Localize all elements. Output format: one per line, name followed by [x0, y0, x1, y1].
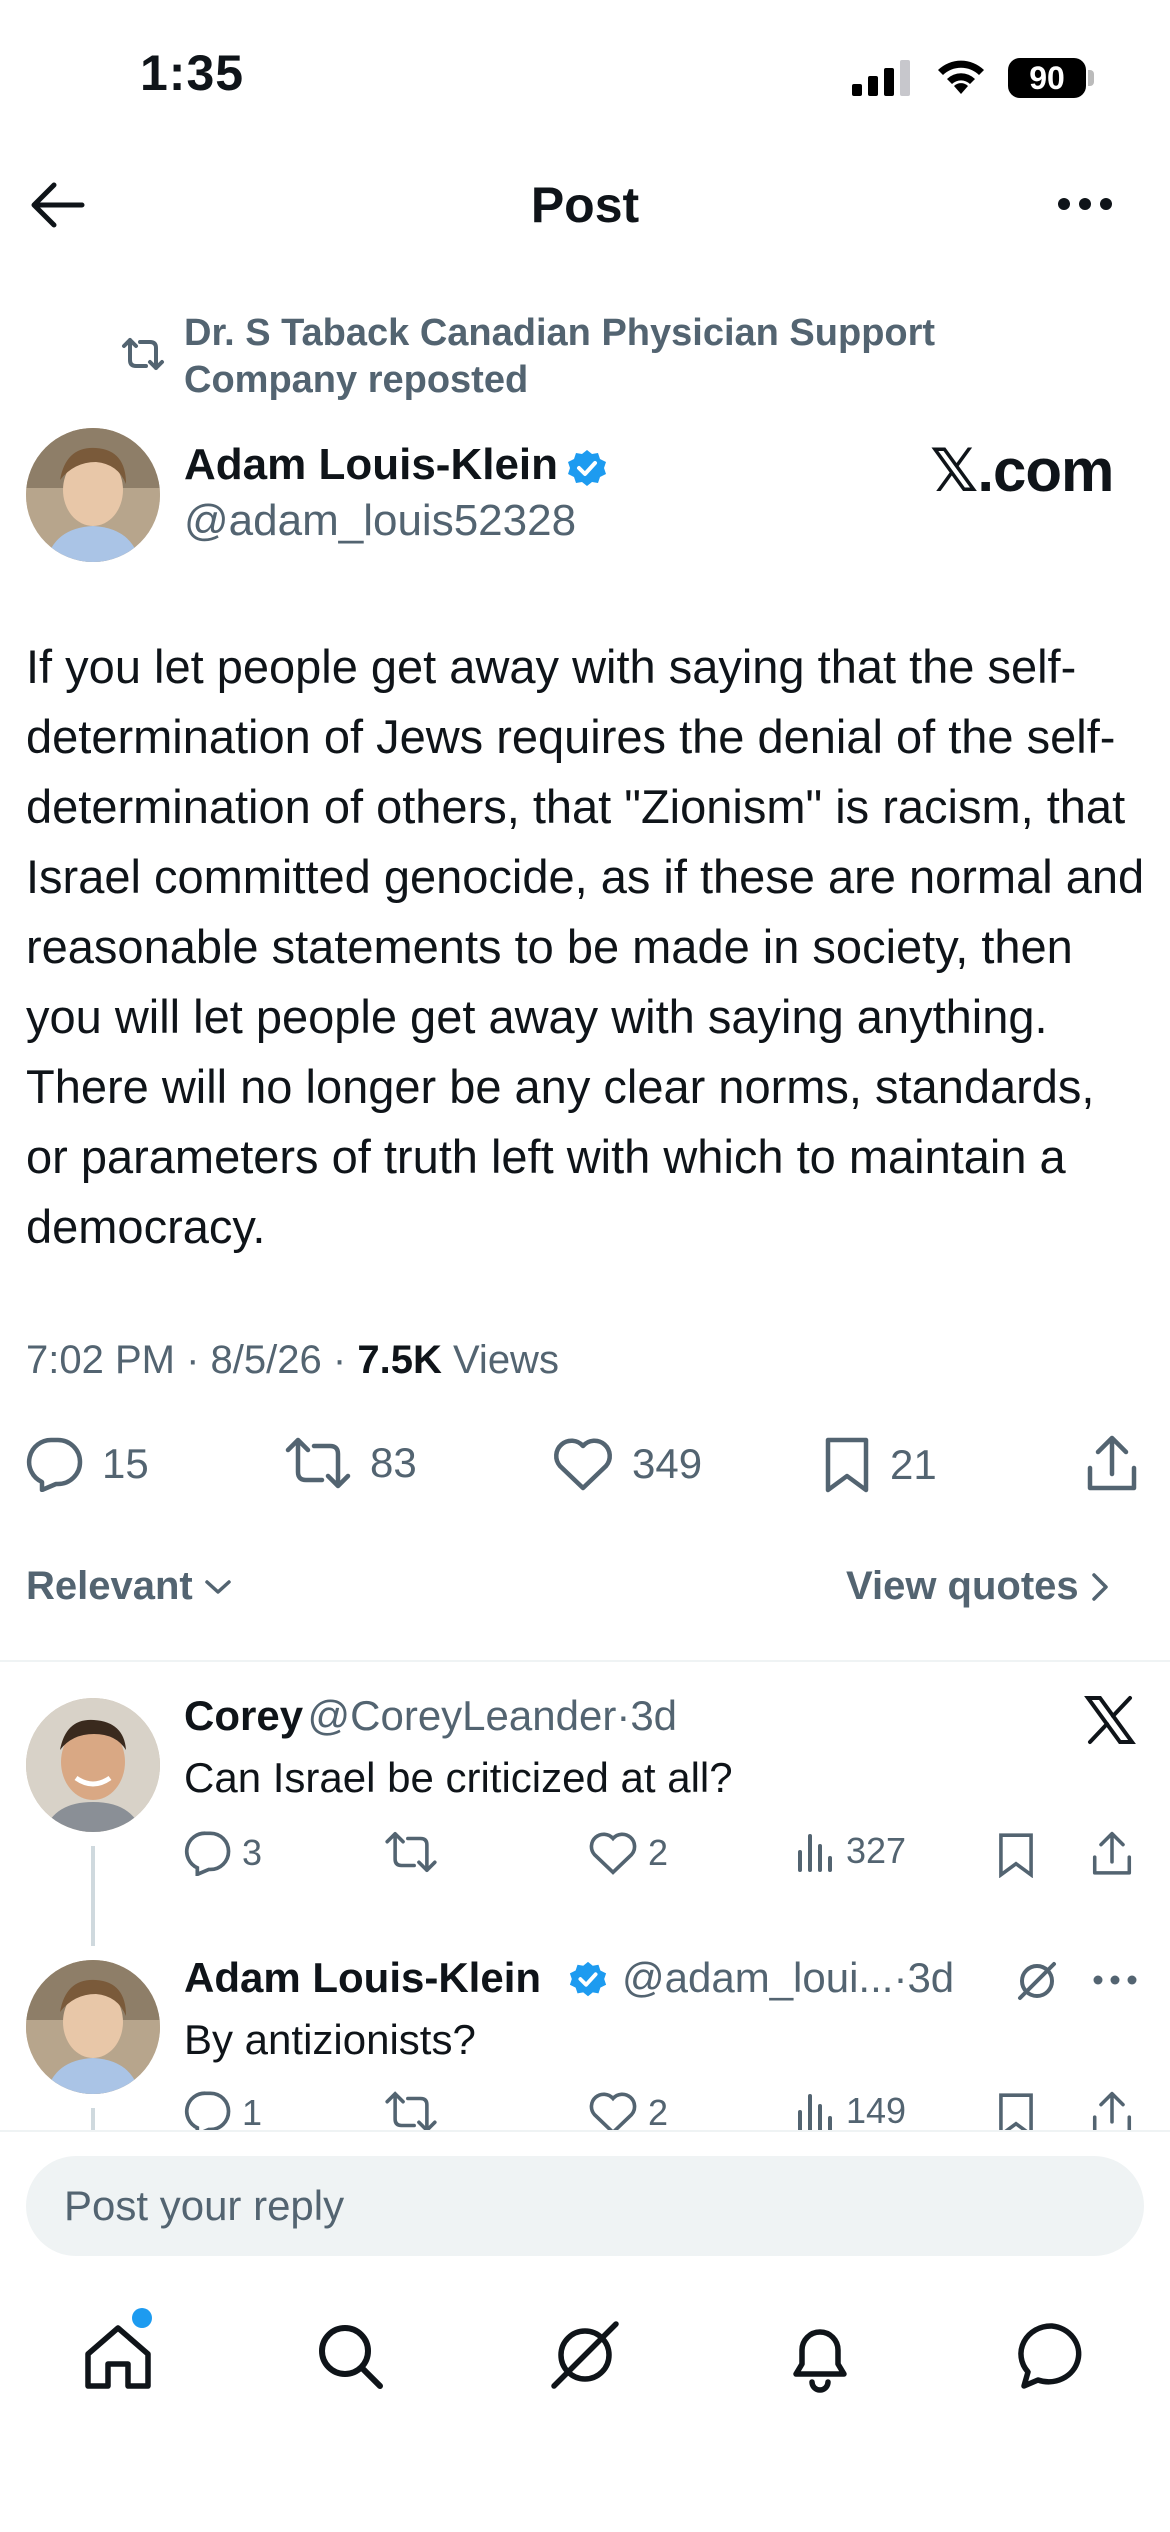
- reply-like-button[interactable]: 2: [588, 2090, 668, 2130]
- wifi-icon: [934, 56, 988, 96]
- post-time: 7:02 PM: [26, 1338, 175, 1382]
- notification-dot: [132, 2308, 152, 2328]
- view-quotes-link[interactable]: View quotes: [846, 1564, 1111, 1609]
- meta-separator: ·: [332, 1338, 347, 1382]
- divider: [0, 1660, 1170, 1662]
- repost-icon: [120, 336, 166, 372]
- views-icon: [794, 2090, 836, 2130]
- reply-views[interactable]: 149: [794, 2090, 906, 2130]
- reply-author-handle[interactable]: @adam_loui...: [622, 1954, 893, 2001]
- meta-separator: ·: [186, 1338, 200, 1382]
- repost-label[interactable]: Dr. S Taback Canadian Physician Support …: [184, 310, 1004, 404]
- share-icon[interactable]: [1090, 2090, 1134, 2130]
- reply-like-button[interactable]: 2: [588, 1830, 668, 1876]
- reply-reply-button[interactable]: 3: [184, 1830, 262, 1876]
- relevant-dropdown[interactable]: Relevant: [26, 1564, 233, 1609]
- reply-author-name[interactable]: Adam Louis-Klein: [184, 1954, 541, 2001]
- battery-indicator: 90: [1008, 58, 1086, 98]
- reply-handle-group: @adam_loui...·3d: [622, 1954, 954, 2002]
- reply-time: 3d: [630, 1692, 678, 1739]
- reply-icon: [26, 1436, 84, 1492]
- reply-author-name[interactable]: Corey: [184, 1692, 303, 1739]
- repost-icon: [384, 2090, 438, 2130]
- views-icon: [794, 1830, 836, 1872]
- reply-count: 1: [242, 2092, 263, 2130]
- reply-repost-button[interactable]: [384, 1830, 448, 1874]
- post-date: 8/5/26: [210, 1338, 322, 1382]
- share-icon[interactable]: [1090, 1830, 1134, 1878]
- x-com-watermark: 𝕏.com: [930, 437, 1114, 504]
- reply-author-handle[interactable]: @CoreyLeander: [308, 1692, 617, 1739]
- relevant-label: Relevant: [26, 1564, 193, 1608]
- bookmark-count: 21: [890, 1441, 937, 1488]
- more-icon[interactable]: [1056, 196, 1114, 212]
- meta-separator: ·: [893, 1954, 908, 2001]
- messages-icon[interactable]: [1014, 2318, 1090, 2394]
- composer-divider: [0, 2130, 1170, 2132]
- like-button[interactable]: 349: [552, 1436, 702, 1492]
- views-count: 327: [846, 1830, 907, 1871]
- thread-line: [91, 1846, 95, 1946]
- bell-icon[interactable]: [782, 2318, 858, 2394]
- views-count: 149: [846, 2090, 907, 2130]
- verified-icon: [566, 448, 608, 490]
- reply-repost-button[interactable]: [384, 2090, 448, 2130]
- reply-count: 15: [102, 1440, 149, 1487]
- like-count: 2: [648, 2092, 669, 2130]
- like-icon: [552, 1436, 614, 1492]
- bookmark-icon[interactable]: [996, 1832, 1036, 1878]
- signal-icon: [852, 60, 912, 96]
- grok-icon[interactable]: [546, 2316, 624, 2394]
- reply-avatar[interactable]: [26, 1698, 160, 1832]
- repost-action-icon: [284, 1436, 352, 1490]
- author-name[interactable]: Adam Louis-Klein: [184, 440, 558, 490]
- reply-text: Can Israel be criticized at all?: [184, 1754, 733, 1801]
- reply-input[interactable]: Post your reply: [26, 2156, 1144, 2256]
- bookmark-icon[interactable]: [996, 2092, 1036, 2130]
- chevron-down-icon: [203, 1577, 233, 1597]
- home-icon[interactable]: [80, 2320, 156, 2396]
- views-count[interactable]: 7.5K: [357, 1338, 442, 1382]
- share-icon[interactable]: [1084, 1434, 1140, 1494]
- reply-actions-clip: 1 2 149: [0, 2090, 1170, 2130]
- post-text: If you let people get away with saying t…: [26, 640, 1145, 1253]
- like-icon: [588, 1830, 638, 1876]
- repost-button[interactable]: 83: [284, 1436, 417, 1490]
- author-avatar[interactable]: [26, 428, 160, 562]
- chevron-right-icon: [1089, 1571, 1111, 1603]
- like-icon: [588, 2090, 638, 2130]
- post-meta: 7:02 PM · 8/5/26 · 7.5K Views: [26, 1338, 559, 1383]
- reply-header: Corey @CoreyLeander·3d: [184, 1692, 677, 1740]
- reply-icon: [184, 2090, 232, 2130]
- battery-tip: [1088, 70, 1094, 86]
- verified-icon: [568, 1960, 608, 2000]
- more-icon[interactable]: [1092, 1974, 1138, 1986]
- page-title: Post: [530, 177, 640, 233]
- bookmark-button[interactable]: 21: [822, 1436, 937, 1494]
- repost-icon: [384, 1830, 438, 1874]
- reply-text: By antizionists?: [184, 2016, 476, 2063]
- reply-reply-button[interactable]: 1: [184, 2090, 262, 2130]
- repost-count: 83: [370, 1439, 417, 1486]
- reply-time: 3d: [907, 1954, 955, 2001]
- like-count: 349: [632, 1440, 703, 1487]
- like-count: 2: [648, 1832, 669, 1873]
- views-label: Views: [452, 1338, 559, 1382]
- search-icon[interactable]: [312, 2318, 388, 2394]
- reply-views[interactable]: 327: [794, 1830, 906, 1872]
- grok-icon[interactable]: [1014, 1958, 1060, 2004]
- reply-count: 3: [242, 1832, 263, 1873]
- reply-icon: [184, 1830, 232, 1876]
- reply-avatar[interactable]: [26, 1960, 160, 2094]
- bookmark-icon: [822, 1436, 872, 1494]
- view-quotes-label: View quotes: [846, 1564, 1079, 1608]
- meta-separator: ·: [616, 1692, 631, 1739]
- author-handle[interactable]: @adam_louis52328: [184, 496, 576, 546]
- reply-button[interactable]: 15: [26, 1436, 149, 1492]
- x-logo-icon: [1084, 1694, 1136, 1746]
- status-time: 1:35: [140, 45, 245, 101]
- reply-header: Adam Louis-Klein: [184, 1954, 541, 2002]
